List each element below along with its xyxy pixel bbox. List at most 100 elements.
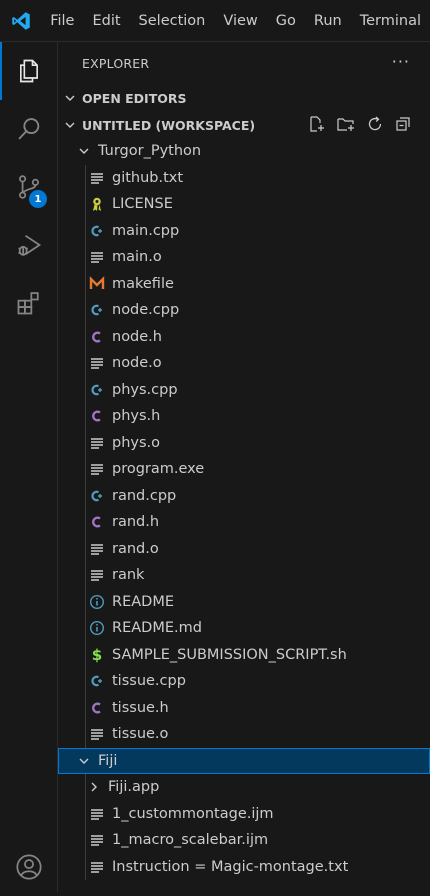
indent-guide	[85, 403, 86, 430]
tree-file[interactable]: README	[58, 588, 430, 615]
tree-folder[interactable]: Turgor_Python	[58, 138, 430, 165]
info-icon	[88, 593, 106, 611]
tree-file[interactable]: rand.o	[58, 535, 430, 562]
tree-file[interactable]: node.o	[58, 350, 430, 377]
tree-folder[interactable]: Fiji	[58, 747, 430, 774]
text-file-icon	[88, 460, 106, 478]
tree-item-label: node.h	[112, 328, 162, 345]
tree-file[interactable]: main.cpp	[58, 217, 430, 244]
more-actions-icon[interactable]: ···	[392, 52, 410, 71]
tree-file[interactable]: program.exe	[58, 456, 430, 483]
indent-guide	[85, 588, 86, 615]
chevron-down-icon	[58, 119, 82, 131]
run-debug-icon[interactable]	[0, 216, 58, 274]
text-file-icon	[88, 725, 106, 743]
menu-edit[interactable]: Edit	[83, 0, 129, 42]
tree-file[interactable]: makefile	[58, 270, 430, 297]
c-header-file-icon	[88, 407, 106, 425]
tree-file[interactable]: phys.cpp	[58, 376, 430, 403]
tree-item-label: SAMPLE_SUBMISSION_SCRIPT.sh	[112, 646, 347, 663]
source-control-icon[interactable]: 1	[0, 158, 58, 216]
c-header-file-icon	[88, 699, 106, 717]
tree-file[interactable]: rand.h	[58, 509, 430, 536]
cpp-file-icon	[88, 672, 106, 690]
workspace-section[interactable]: UNTITLED (WORKSPACE)	[58, 112, 430, 138]
tree-file[interactable]: Instruction = Magic-montage.txt	[58, 853, 430, 880]
indent-guide	[85, 323, 86, 350]
text-file-icon	[88, 540, 106, 558]
explorer-header: EXPLORER ···	[58, 42, 430, 84]
account-icon[interactable]	[0, 838, 58, 896]
indent-guide	[85, 191, 86, 218]
info-icon	[88, 619, 106, 637]
menu-run[interactable]: Run	[305, 0, 351, 42]
c-header-file-icon	[88, 328, 106, 346]
tree-folder[interactable]: Fiji.app	[58, 774, 430, 801]
new-file-icon[interactable]	[308, 115, 326, 136]
indent-guide	[85, 694, 86, 721]
menu-go[interactable]: Go	[267, 0, 305, 42]
text-file-icon	[88, 434, 106, 452]
tree-file[interactable]: rand.cpp	[58, 482, 430, 509]
tree-item-label: 1_custommontage.ijm	[112, 805, 274, 822]
tree-file[interactable]: 1_custommontage.ijm	[58, 800, 430, 827]
tree-item-label: 1_macro_scalebar.ijm	[112, 832, 269, 849]
c-header-file-icon	[88, 513, 106, 531]
extensions-icon[interactable]	[0, 274, 58, 332]
indent-guide	[85, 668, 86, 695]
indent-guide	[85, 376, 86, 403]
chevron-right-icon	[86, 781, 102, 793]
title-bar: File Edit Selection View Go Run Terminal	[0, 0, 430, 42]
indent-guide	[85, 827, 86, 854]
tree-item-label: rand.h	[112, 514, 160, 531]
tree-file[interactable]: LICENSE	[58, 191, 430, 218]
tree-file[interactable]: phys.o	[58, 429, 430, 456]
indent-guide	[85, 456, 86, 483]
tree-file[interactable]: 1_macro_scalebar.ijm	[58, 827, 430, 854]
tree-item-label: rand.cpp	[112, 487, 177, 504]
text-file-icon	[88, 354, 106, 372]
tree-file[interactable]: github.txt	[58, 164, 430, 191]
new-folder-icon[interactable]	[336, 115, 356, 136]
text-file-icon	[88, 248, 106, 266]
tree-file[interactable]: phys.h	[58, 403, 430, 430]
indent-guide	[85, 217, 86, 244]
indent-guide	[85, 562, 86, 589]
tree-file[interactable]: rank	[58, 562, 430, 589]
text-file-icon	[88, 169, 106, 187]
tree-file[interactable]: $ SAMPLE_SUBMISSION_SCRIPT.sh	[58, 641, 430, 668]
menu-view[interactable]: View	[214, 0, 266, 42]
explorer-icon[interactable]	[0, 42, 58, 100]
tree-file[interactable]: main.o	[58, 244, 430, 271]
collapse-all-icon[interactable]	[394, 115, 412, 136]
menu-bar: File Edit Selection View Go Run Terminal	[41, 0, 430, 42]
cpp-file-icon	[88, 222, 106, 240]
chevron-down-icon	[76, 755, 92, 767]
tree-file[interactable]: tissue.cpp	[58, 668, 430, 695]
tree-item-label: README.md	[112, 620, 202, 637]
indent-guide	[85, 244, 86, 271]
tree-item-label: node.cpp	[112, 302, 180, 319]
search-icon[interactable]	[0, 100, 58, 158]
indent-guide	[85, 535, 86, 562]
refresh-icon[interactable]	[366, 115, 384, 136]
workspace-label: UNTITLED (WORKSPACE)	[82, 117, 256, 133]
tree-file[interactable]: tissue.h	[58, 694, 430, 721]
activity-bar: 1	[0, 42, 58, 892]
tree-file[interactable]: node.cpp	[58, 297, 430, 324]
open-editors-section[interactable]: OPEN EDITORS	[58, 85, 430, 111]
menu-terminal[interactable]: Terminal	[351, 0, 430, 42]
tree-file[interactable]: tissue.o	[58, 721, 430, 748]
cpp-file-icon	[88, 301, 106, 319]
indent-guide	[85, 350, 86, 377]
menu-selection[interactable]: Selection	[130, 0, 215, 42]
menu-file[interactable]: File	[41, 0, 83, 42]
makefile-icon	[88, 275, 106, 293]
tree-item-label: node.o	[112, 355, 162, 372]
tree-item-label: rank	[112, 567, 145, 584]
tree-file[interactable]: README.md	[58, 615, 430, 642]
tree-file[interactable]: node.h	[58, 323, 430, 350]
indent-guide	[85, 641, 86, 668]
tree-item-label: Fiji.app	[108, 779, 160, 796]
tree-item-label: tissue.cpp	[112, 673, 186, 690]
